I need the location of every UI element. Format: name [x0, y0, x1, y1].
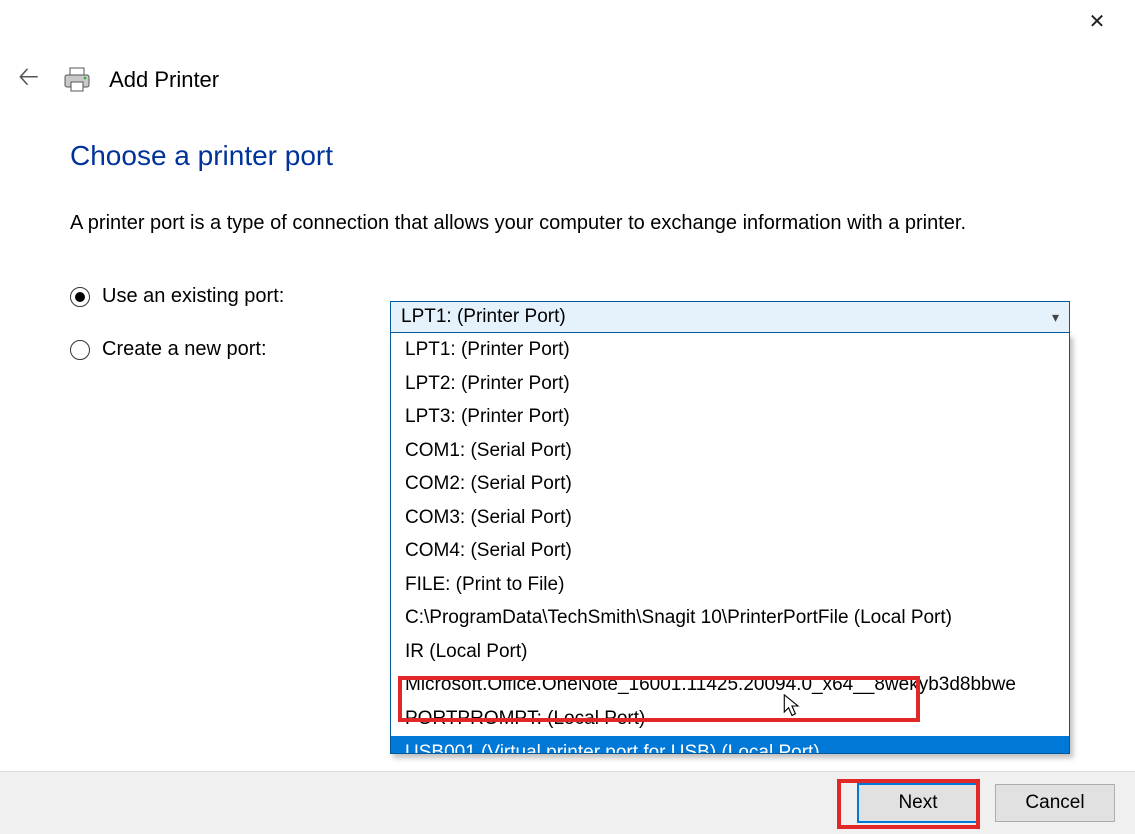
- option-create-label: Create a new port:: [102, 338, 422, 361]
- page-heading: Choose a printer port: [70, 140, 1080, 172]
- port-option[interactable]: LPT3: (Printer Port): [391, 400, 1069, 434]
- next-button[interactable]: Next: [857, 783, 979, 823]
- port-option[interactable]: USB001 (Virtual printer port for USB) (L…: [391, 736, 1069, 754]
- cancel-button[interactable]: Cancel: [995, 784, 1115, 822]
- port-option[interactable]: C:\ProgramData\TechSmith\Snagit 10\Print…: [391, 601, 1069, 635]
- wizard-window: ✕ 🡠 Add Printer Choose a printer port A …: [0, 0, 1135, 834]
- window-title: Add Printer: [109, 67, 219, 93]
- page-description: A printer port is a type of connection t…: [70, 212, 1080, 235]
- radio-create[interactable]: [70, 340, 90, 360]
- footer: Next Cancel: [0, 771, 1135, 834]
- back-button[interactable]: 🡠: [12, 58, 45, 102]
- port-dropdown[interactable]: LPT1: (Printer Port)LPT2: (Printer Port)…: [390, 333, 1070, 754]
- port-option[interactable]: COM2: (Serial Port): [391, 467, 1069, 501]
- port-selected-value: LPT1: (Printer Port): [401, 306, 566, 328]
- port-combobox[interactable]: LPT1: (Printer Port) ▾: [390, 301, 1070, 333]
- radio-existing[interactable]: [70, 287, 90, 307]
- port-option[interactable]: COM3: (Serial Port): [391, 501, 1069, 535]
- port-option[interactable]: Microsoft.Office.OneNote_16001.11425.200…: [391, 668, 1069, 702]
- back-arrow-icon: 🡠: [18, 61, 39, 91]
- close-icon: ✕: [1089, 9, 1106, 34]
- port-option[interactable]: PORTPROMPT: (Local Port): [391, 702, 1069, 736]
- port-option[interactable]: LPT2: (Printer Port): [391, 367, 1069, 401]
- header: 🡠 Add Printer: [12, 58, 1123, 102]
- chevron-down-icon: ▾: [1052, 309, 1059, 326]
- port-combo-area: LPT1: (Printer Port) ▾ LPT1: (Printer Po…: [390, 301, 1070, 754]
- port-option[interactable]: LPT1: (Printer Port): [391, 333, 1069, 367]
- printer-icon: [63, 67, 91, 93]
- port-option[interactable]: COM1: (Serial Port): [391, 434, 1069, 468]
- port-option[interactable]: IR (Local Port): [391, 635, 1069, 669]
- option-existing-label: Use an existing port:: [102, 285, 422, 308]
- port-option[interactable]: FILE: (Print to File): [391, 568, 1069, 602]
- port-option[interactable]: COM4: (Serial Port): [391, 534, 1069, 568]
- close-button[interactable]: ✕: [1077, 6, 1117, 36]
